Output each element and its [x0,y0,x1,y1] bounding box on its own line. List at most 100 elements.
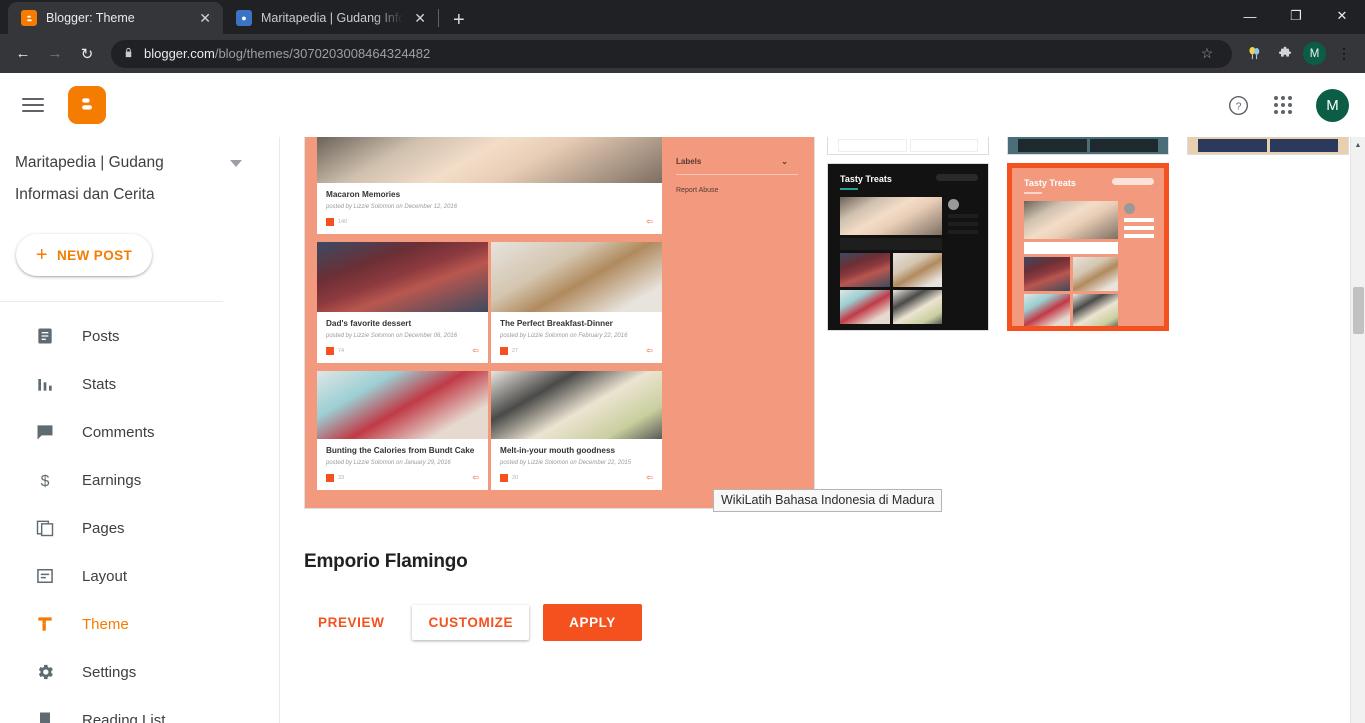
url-host: blogger.com [144,46,215,61]
window-controls: — ❐ ✕ [1227,0,1365,32]
help-circle-icon[interactable]: ? [1227,94,1250,117]
preview-row: Macaron Memories posted by Lizzie Solomo… [304,137,1365,509]
cherry-cake-image [317,242,488,312]
bookmark-star-icon[interactable]: ☆ [1194,41,1220,67]
browser-menu-icon[interactable]: ⋮ [1331,41,1357,67]
preview-labels-title: Labels [676,157,702,166]
sidebar-item-label: Comments [82,423,155,441]
sidebar-item-settings[interactable]: Settings [0,648,279,696]
preview-post-card: The Perfect Breakfast-Dinner posted by L… [491,242,662,363]
thumbnail-search-pill [936,174,978,181]
preview-button[interactable]: PREVIEW [304,605,398,640]
theme-action-buttons: PREVIEW CUSTOMIZE APPLY [304,604,1365,641]
customize-button[interactable]: CUSTOMIZE [412,605,530,640]
sidebar-item-label: Posts [82,327,120,345]
bundt-cake-image [317,371,488,439]
close-window-button[interactable]: ✕ [1319,0,1365,32]
preview-post-title: Bunting the Calories from Bundt Cake [326,446,475,455]
thumbnail-avatar [948,199,959,210]
sidebar-item-label: Pages [82,519,125,537]
tab-title: Maritapedia | Gudang Informasi d [261,11,404,25]
tab-title: Blogger: Theme [46,11,135,25]
theme-thumbnail-row-bottom: Tasty Treats Tasty Treats [827,163,1365,331]
preview-post-card: Macaron Memories posted by Lizzie Solomo… [317,137,662,234]
browser-tab-blogger[interactable]: Blogger: Theme ✕ [8,2,223,34]
browser-toolbar: ← → ↻ blogger.com/blog/themes/3070203008… [0,34,1365,73]
share-icon: ⇦ [646,473,653,482]
sidebar-item-label: Stats [82,375,117,393]
pages-icon [34,517,56,539]
theme-thumbnail-row-top [827,137,1365,155]
reload-button[interactable]: ↻ [72,39,102,69]
caret-down-icon[interactable] [230,160,242,167]
address-bar[interactable]: blogger.com/blog/themes/3070203008464324… [111,39,1232,68]
stats-icon [34,373,56,395]
sidebar: Maritapedia | Gudang Informasi dan Cerit… [0,137,280,723]
sidebar-item-label: Theme [82,615,129,633]
chevron-down-icon: ⌄ [781,157,788,166]
share-icon: ⇦ [646,346,653,355]
blog-selector[interactable]: Maritapedia | Gudang Informasi dan Cerit… [0,147,279,211]
layout-icon [34,565,56,587]
heart-waffle-image [491,242,662,312]
scrollbar-thumb[interactable] [1353,287,1364,334]
blogger-logo-icon[interactable] [68,86,106,124]
preview-post-card: Bunting the Calories from Bundt Cake pos… [317,371,488,490]
theme-thumbnail-coral-selected[interactable]: Tasty Treats [1007,163,1169,331]
sidebar-item-label: Settings [82,663,137,681]
sidebar-item-comments[interactable]: Comments [0,408,279,456]
preview-post-grid: Bunting the Calories from Bundt Cake pos… [317,371,662,490]
tab-close-icon[interactable]: ✕ [197,11,213,25]
share-icon: ⇦ [472,473,479,482]
tab-close-icon[interactable]: ✕ [412,11,428,25]
sidebar-item-earnings[interactable]: $ Earnings [0,456,279,504]
preview-post-meta: posted by Lizzie Solomon on December 06,… [326,333,458,339]
url-path: /blog/themes/3070203008464324482 [214,46,431,61]
sidebar-item-stats[interactable]: Stats [0,360,279,408]
back-button[interactable]: ← [8,39,38,69]
url-text: blogger.com/blog/themes/3070203008464324… [144,46,430,61]
thumbnail-search-pill [1112,178,1154,185]
scroll-up-arrow-icon[interactable]: ▲ [1351,137,1365,153]
balloons-icon[interactable] [1241,41,1267,67]
theme-thumbnail-tan[interactable] [1187,137,1349,155]
browser-profile-avatar[interactable]: M [1303,42,1326,65]
sidebar-item-layout[interactable]: Layout [0,552,279,600]
theme-large-preview[interactable]: Macaron Memories posted by Lizzie Solomo… [304,137,815,509]
thumbnail-hero-image [840,197,942,235]
theme-thumbnail-dark[interactable]: Tasty Treats [827,163,989,331]
theme-thumbnail-panel: Tasty Treats Tasty Treats [815,137,1365,331]
vertical-scrollbar[interactable]: ▲ [1350,137,1365,723]
new-tab-button[interactable]: + [443,10,475,34]
blog-title: Maritapedia | Gudang Informasi dan Cerit… [15,154,164,203]
toolbar-extras: M ⋮ [1241,41,1357,67]
preview-post-grid: Dad's favorite dessert posted by Lizzie … [317,242,662,363]
comments-icon [34,421,56,443]
hamburger-icon[interactable] [22,98,44,112]
horizontal-scrollbar-left[interactable] [0,714,279,723]
theme-info: Emporio Flamingo PREVIEW CUSTOMIZE APPLY [304,509,1365,641]
forward-button[interactable]: → [40,39,70,69]
minimize-button[interactable]: — [1227,0,1273,32]
sidebar-item-pages[interactable]: Pages [0,504,279,552]
preview-post-title: Dad's favorite dessert [326,319,412,328]
new-post-button[interactable]: + NEW POST [16,234,152,276]
theme-thumbnail-white[interactable] [827,137,989,155]
apps-grid-icon[interactable] [1274,96,1292,114]
lock-icon [123,47,134,61]
browser-tab-maritapedia[interactable]: ● Maritapedia | Gudang Informasi d ✕ [223,2,438,34]
theme-thumbnail-teal[interactable] [1007,137,1169,155]
account-avatar[interactable]: M [1316,88,1349,122]
thumbnail-hero-image [1024,201,1118,239]
extensions-puzzle-icon[interactable] [1272,41,1298,67]
sidebar-item-theme[interactable]: Theme [0,600,279,648]
sidebar-item-posts[interactable]: Posts [0,312,279,360]
earnings-icon: $ [34,469,56,491]
share-icon: ⇦ [646,217,653,226]
thumbnail-accent-line [1024,192,1042,194]
thumbnail-card [840,238,942,250]
maximize-button[interactable]: ❐ [1273,0,1319,32]
apply-button[interactable]: APPLY [543,604,642,641]
blogger-favicon-icon [21,10,37,26]
sidebar-divider [0,301,223,302]
